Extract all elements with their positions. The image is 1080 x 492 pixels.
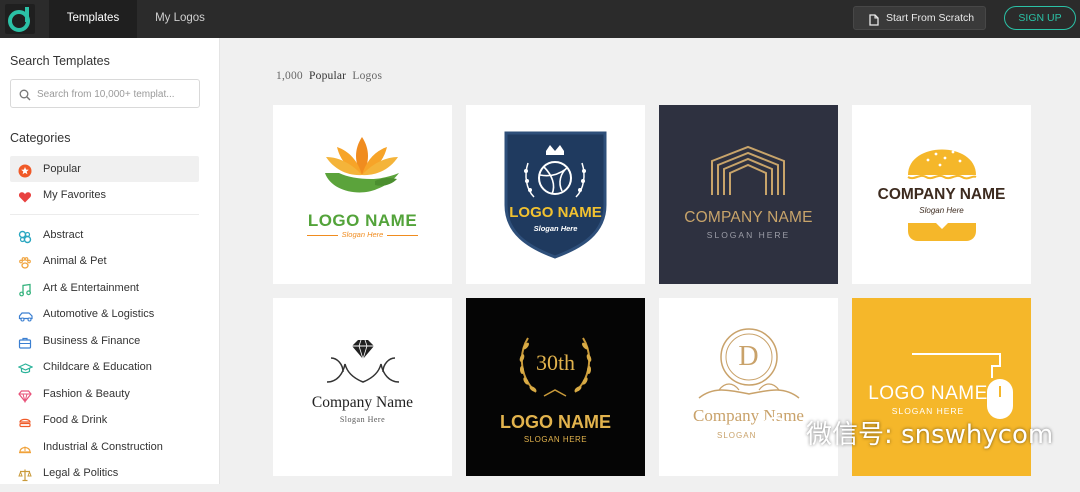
card-title: LOGO NAME [509, 204, 602, 221]
category-automotive-logistics[interactable]: Automotive & Logistics [10, 301, 199, 327]
tab-my-logos[interactable]: My Logos [140, 0, 220, 38]
category-label: Food & Drink [43, 414, 108, 426]
results-category: Popular [309, 70, 347, 82]
category-my-favorites[interactable]: My Favorites [10, 182, 199, 208]
category-legal-politics[interactable]: Legal & Politics [10, 460, 199, 486]
shield-logo-art [504, 131, 607, 259]
template-card-hangar[interactable]: COMPANY NAME SLOGAN HERE [659, 105, 838, 284]
document-icon [869, 12, 879, 34]
card-title: COMPANY NAME [684, 209, 813, 226]
search-box[interactable] [10, 79, 200, 108]
scales-icon [18, 466, 32, 482]
template-card-diamond[interactable]: Company Name Slogan Here [273, 298, 452, 476]
food-icon [18, 413, 32, 428]
category-label: Automotive & Logistics [43, 308, 155, 320]
category-industrial-construction[interactable]: Industrial & Construction [10, 434, 199, 460]
template-card-shield[interactable]: LOGO NAME Slogan Here [466, 105, 645, 284]
card-title: Company Name [311, 394, 414, 411]
watermark: 微信号: snswhycom [760, 414, 1053, 450]
search-input[interactable] [37, 86, 195, 102]
music-note-icon [18, 281, 32, 297]
category-label: Fashion & Beauty [43, 388, 130, 400]
category-fashion-beauty[interactable]: Fashion & Beauty [10, 381, 199, 407]
card-title: LOGO NAME [307, 211, 418, 230]
template-card-anniversary[interactable]: 30th LOGO NAME SLOGAN HERE [466, 298, 645, 476]
helmet-icon [18, 440, 32, 454]
start-from-scratch-label: Start From Scratch [886, 12, 975, 24]
star-badge-icon [18, 162, 32, 178]
paw-icon [18, 254, 32, 269]
search-icon [19, 88, 31, 106]
badge-text: 30th [535, 350, 576, 375]
category-label: Art & Entertainment [43, 282, 139, 294]
monogram-initial: D [738, 341, 759, 372]
category-childcare-education[interactable]: Childcare & Education [10, 354, 199, 380]
sidebar: Search Templates Categories Popular My F… [0, 38, 220, 484]
watermark-text: 微信号: snswhycom [806, 420, 1054, 450]
category-label: Popular [43, 163, 81, 175]
category-business-finance[interactable]: Business & Finance [10, 328, 199, 354]
tab-templates[interactable]: Templates [49, 0, 137, 38]
template-card-burger[interactable]: COMPANY NAME Slogan Here [852, 105, 1031, 284]
card-slogan: Slogan Here [273, 230, 452, 239]
abstract-icon [18, 228, 32, 244]
card-title: COMPANY NAME [877, 186, 1006, 203]
template-card-lotus[interactable]: LOGO NAME Slogan Here [273, 105, 452, 284]
hangar-logo-art [711, 145, 785, 195]
card-slogan: Slogan Here [339, 415, 386, 424]
diamond-icon [18, 387, 32, 404]
wreath-logo-art [519, 337, 592, 397]
briefcase-icon [18, 334, 32, 349]
category-label: Business & Finance [43, 335, 141, 347]
category-label: My Favorites [43, 189, 106, 201]
card-title: LOGO NAME [868, 383, 988, 404]
category-label: Industrial & Construction [43, 441, 163, 453]
sign-up-button[interactable]: SIGN UP [1004, 6, 1076, 30]
card-slogan: Slogan Here [919, 206, 964, 215]
category-animal-pet[interactable]: Animal & Pet [10, 248, 199, 274]
diamond-logo-art [326, 339, 400, 383]
category-label: Legal & Politics [43, 467, 119, 479]
results-count: 1,000 [276, 70, 303, 82]
card-slogan: Slogan Here [533, 224, 578, 233]
category-label: Abstract [43, 229, 84, 241]
category-art-entertainment[interactable]: Art & Entertainment [10, 275, 199, 301]
category-label: Childcare & Education [43, 361, 152, 373]
car-icon [18, 307, 33, 322]
category-abstract[interactable]: Abstract [10, 222, 199, 248]
category-popular[interactable]: Popular [10, 156, 199, 182]
card-slogan: SLOGAN HERE [706, 230, 791, 240]
category-label: Animal & Pet [43, 255, 107, 267]
graduation-cap-icon [17, 360, 34, 374]
card-slogan: SLOGAN HERE [523, 435, 588, 444]
card-slogan-text: Slogan Here [337, 230, 388, 239]
results-heading: 1,000 Popular Logos [276, 70, 382, 82]
start-from-scratch-button[interactable]: Start From Scratch [853, 6, 986, 30]
categories-heading: Categories [10, 131, 71, 145]
wechat-icon [760, 415, 800, 456]
category-food-drink[interactable]: Food & Drink [10, 407, 199, 433]
card-title: LOGO NAME [500, 412, 611, 432]
heart-icon [18, 188, 32, 203]
top-bar: Templates My Logos Start From Scratch SI… [0, 0, 1080, 38]
lotus-logo-art [325, 137, 399, 193]
search-templates-heading: Search Templates [10, 54, 110, 68]
brand-logo-icon[interactable] [5, 4, 35, 34]
sidebar-divider [10, 214, 199, 215]
results-noun: Logos [352, 70, 383, 82]
